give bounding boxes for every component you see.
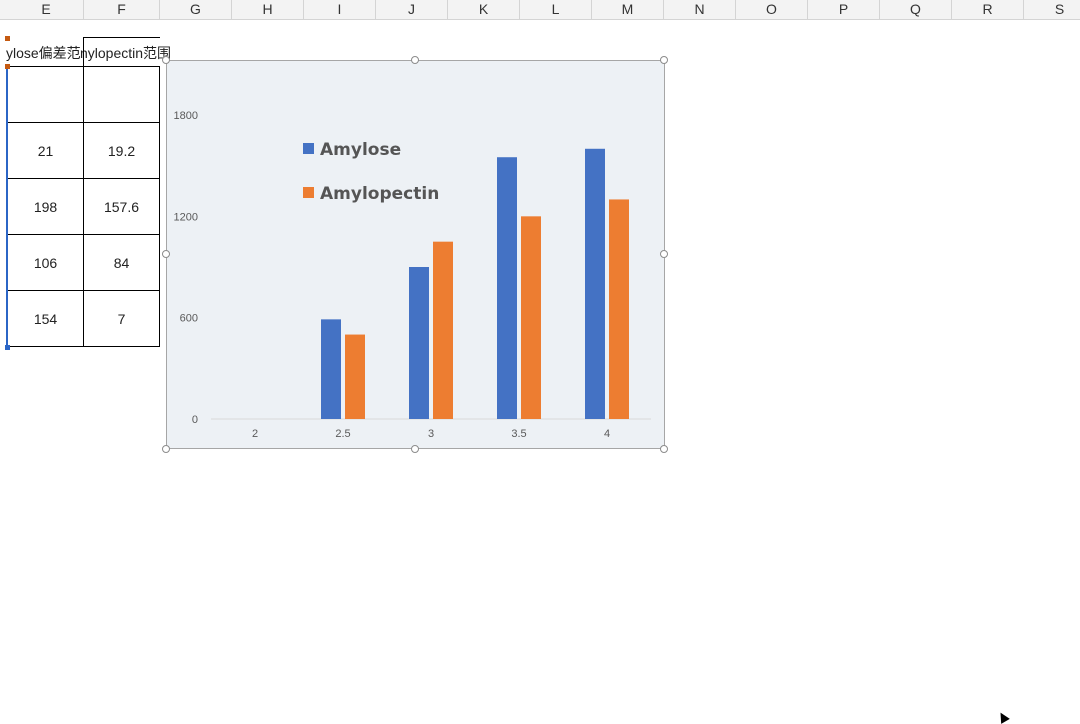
table-top-border (84, 37, 160, 38)
mouse-cursor (996, 710, 1010, 724)
column-header-r[interactable]: R (952, 0, 1024, 19)
table-header-divider (83, 37, 84, 67)
y-tick-label: 1800 (174, 110, 198, 122)
column-header-f[interactable]: F (84, 0, 160, 19)
resize-handle-left[interactable] (162, 250, 170, 258)
column-header-l[interactable]: L (520, 0, 592, 19)
column-header-i[interactable]: I (304, 0, 376, 19)
bar-amylopectin[interactable] (433, 241, 453, 419)
table-cell-e[interactable]: 21 (8, 123, 84, 179)
header-cell-e[interactable]: ylose偏差范 (6, 38, 81, 68)
resize-handle-top-left[interactable] (162, 56, 170, 64)
x-tick-label: 2 (252, 428, 258, 440)
column-header-p[interactable]: P (808, 0, 880, 19)
table-cell-e[interactable]: 198 (8, 179, 84, 235)
table-cell-e[interactable]: 154 (8, 291, 84, 347)
bar-amylopectin[interactable] (609, 199, 629, 419)
y-tick-label: 1200 (174, 211, 198, 223)
resize-handle-top[interactable] (411, 56, 419, 64)
legend-swatch-amylose (303, 143, 314, 154)
table-cell-e[interactable] (8, 67, 84, 123)
legend-label-amylose[interactable]: Amylose (320, 140, 401, 160)
table-cell-f[interactable]: 157.6 (84, 179, 160, 235)
selection-handle[interactable] (5, 64, 10, 69)
y-tick-label: 0 (192, 414, 198, 426)
selection-handle[interactable] (5, 36, 10, 41)
bar-chart: 0 600 1200 1800 2 2.5 3 3.5 4 Amylose Amylopectin (174, 110, 651, 440)
y-tick-label: 600 (180, 313, 198, 325)
column-header-m[interactable]: M (592, 0, 664, 19)
column-header-g[interactable]: G (160, 0, 232, 19)
resize-handle-right[interactable] (660, 250, 668, 258)
bar-amylose[interactable] (409, 267, 429, 419)
column-header-q[interactable]: Q (880, 0, 952, 19)
table-cell-f[interactable]: 7 (84, 291, 160, 347)
legend-label-amylopectin[interactable]: Amylopectin (320, 184, 439, 204)
table-cell-f[interactable]: 84 (84, 235, 160, 291)
table-cell-f[interactable]: 19.2 (84, 123, 160, 179)
x-tick-label: 3 (428, 428, 434, 440)
resize-handle-top-right[interactable] (660, 56, 668, 64)
table-cell-e[interactable]: 106 (8, 235, 84, 291)
column-header-s[interactable]: S (1024, 0, 1080, 19)
resize-handle-bottom-right[interactable] (660, 445, 668, 453)
column-header-n[interactable]: N (664, 0, 736, 19)
resize-handle-bottom[interactable] (411, 445, 419, 453)
column-header-h[interactable]: H (232, 0, 304, 19)
legend-swatch-amylopectin (303, 187, 314, 198)
column-header-e[interactable]: E (9, 0, 84, 19)
selection-border[interactable] (6, 66, 8, 348)
bar-amylose[interactable] (321, 319, 341, 419)
x-tick-label: 2.5 (335, 428, 350, 440)
chart-area[interactable]: 0 600 1200 1800 2 2.5 3 3.5 4 Amylose Amylopectin (166, 60, 665, 449)
column-header-j[interactable]: J (376, 0, 448, 19)
x-tick-label: 4 (604, 428, 610, 440)
bar-amylose[interactable] (585, 148, 605, 419)
column-header-k[interactable]: K (448, 0, 520, 19)
bar-amylose[interactable] (497, 157, 517, 419)
bar-amylopectin[interactable] (521, 216, 541, 419)
table-cell-f[interactable] (84, 67, 160, 123)
x-tick-label: 3.5 (511, 428, 526, 440)
header-cell-f[interactable]: nylopectin范围 (80, 38, 171, 68)
column-header-o[interactable]: O (736, 0, 808, 19)
selection-handle[interactable] (5, 345, 10, 350)
column-header-bar: EFGHIJKLMNOPQRS (0, 0, 1080, 20)
resize-handle-bottom-left[interactable] (162, 445, 170, 453)
bar-amylopectin[interactable] (345, 334, 365, 419)
